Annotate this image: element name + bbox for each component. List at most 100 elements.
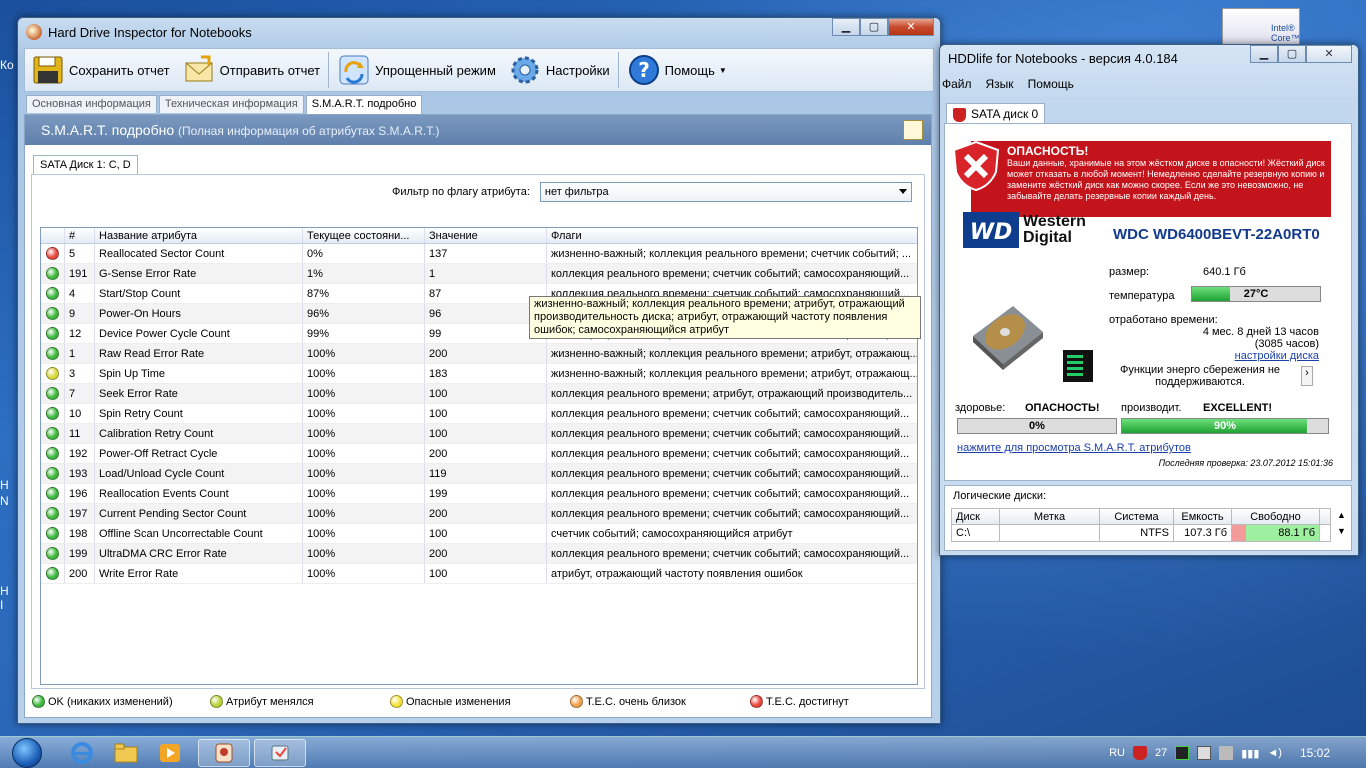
column-header-value[interactable]: Значение	[425, 228, 547, 243]
desktop-text-3: N	[0, 494, 9, 508]
disk-settings-link[interactable]: настройки диска	[1145, 350, 1319, 362]
table-row[interactable]: 193 Load/Unload Cycle Count 100% 119 коллекц…	[41, 464, 917, 484]
toolbar-separator	[617, 52, 619, 88]
attribute-value: 100	[425, 404, 547, 423]
table-row[interactable]: 10 Spin Retry Count 100% 100 коллекция реаль…	[41, 404, 917, 424]
fs-cell: NTFS	[1100, 525, 1174, 541]
scroll-up-icon[interactable]: ▲	[1337, 510, 1346, 520]
language-indicator[interactable]: RU	[1109, 747, 1125, 759]
column-header-id[interactable]: #	[65, 228, 95, 243]
table-row[interactable]: 199 UltraDMA CRC Error Rate 100% 200 коллекц…	[41, 544, 917, 564]
minimize-button[interactable]: ▁	[832, 18, 860, 36]
capacity-cell: 107.3 Гб	[1174, 525, 1232, 541]
attribute-value: 200	[425, 544, 547, 563]
table-row[interactable]: 191 G-Sense Error Rate 1% 1 коллекция реальн…	[41, 264, 917, 284]
menu-file[interactable]: Файл	[942, 77, 972, 91]
tray-device-icon[interactable]	[1219, 746, 1234, 760]
legend-label: Атрибут менялся	[226, 695, 314, 708]
menu-language[interactable]: Язык	[986, 77, 1014, 91]
column-header-disk[interactable]: Диск	[952, 509, 1000, 524]
table-row[interactable]: 192 Power-Off Retract Cycle 100% 200 коллекц…	[41, 444, 917, 464]
attribute-id: 199	[65, 544, 95, 563]
table-row[interactable]: C:\ NTFS 107.3 Гб 88.1 Гб	[951, 525, 1331, 542]
column-header-name[interactable]: Название атрибута	[95, 228, 303, 243]
volume-icon[interactable]: ◄)	[1267, 747, 1282, 759]
column-header-flags[interactable]: Флаги	[547, 228, 917, 243]
taskbar-hdi[interactable]	[198, 739, 250, 767]
table-row[interactable]: 5 Reallocated Sector Count 0% 137 жизненно-в…	[41, 244, 917, 264]
attribute-value: 100	[425, 524, 547, 543]
status-dot-icon	[46, 527, 59, 540]
table-row[interactable]: 197 Current Pending Sector Count 100% 200 ко…	[41, 504, 917, 524]
taskbar-ie[interactable]	[60, 739, 104, 767]
attribute-id: 5	[65, 244, 95, 263]
attribute-value: 200	[425, 344, 547, 363]
tab-basic-info[interactable]: Основная информация	[26, 95, 157, 113]
minimize-button[interactable]: ▁	[1250, 45, 1278, 63]
clock[interactable]: 15:02	[1300, 746, 1330, 760]
chevron-down-icon: ▼	[718, 65, 727, 75]
column-header-label[interactable]: Метка	[1000, 509, 1100, 524]
start-button[interactable]	[4, 737, 50, 768]
close-button[interactable]: ✕	[888, 18, 934, 36]
send-report-button[interactable]: Отправить отчет	[176, 50, 327, 90]
intel-line1: Intel®	[1271, 23, 1295, 33]
tab-tech-info[interactable]: Техническая информация	[158, 95, 304, 113]
attribute-state: 100%	[303, 484, 425, 503]
table-row[interactable]: 3 Spin Up Time 100% 183 жизненно-важный; кол…	[41, 364, 917, 384]
energy-settings-button[interactable]: ›	[1301, 366, 1313, 386]
filter-select[interactable]: нет фильтра	[539, 182, 912, 202]
help-button[interactable]: ? Помощь ▼	[621, 50, 733, 90]
network-icon[interactable]: ▮▮▮	[1241, 747, 1259, 760]
hdd-title: HDDlife for Notebooks - версия 4.0.184	[948, 51, 1178, 66]
column-header-free[interactable]: Свободно	[1232, 509, 1320, 524]
attribute-id: 1	[65, 344, 95, 363]
table-row[interactable]: 198 Offline Scan Uncorrectable Count 100% 1…	[41, 524, 917, 544]
tab-sata-disk[interactable]: SATA Диск 1: C, D	[33, 155, 138, 175]
temp-value: 27°C	[1243, 288, 1269, 300]
tray-temperature[interactable]: 27	[1155, 747, 1167, 759]
column-header-state[interactable]: Текущее состояни...	[303, 228, 425, 243]
refresh-icon	[337, 53, 371, 87]
taskbar-hddlife[interactable]	[254, 739, 306, 767]
hdi-titlebar[interactable]: Hard Drive Inspector for Notebooks	[26, 24, 252, 40]
table-row[interactable]: 200 Write Error Rate 100% 100 атрибут, отраж…	[41, 564, 917, 584]
menu-help[interactable]: Помощь	[1028, 77, 1074, 91]
column-header-capacity[interactable]: Емкость	[1174, 509, 1232, 524]
hdi-app-icon	[215, 743, 233, 763]
settings-button[interactable]: Настройки	[502, 50, 616, 90]
status-dot-icon	[750, 695, 763, 708]
smart-attributes-link[interactable]: нажмите для просмотра S.M.A.R.T. атрибут…	[957, 442, 1191, 454]
simple-mode-button[interactable]: Упрощенный режим	[331, 50, 502, 90]
scroll-down-icon[interactable]: ▼	[1337, 526, 1346, 536]
attribute-name: Spin Up Time	[95, 364, 303, 383]
status-cell	[41, 264, 65, 283]
column-header-status[interactable]	[41, 228, 65, 243]
attribute-flags: атрибут, отражающий частоту появления ош…	[551, 567, 803, 580]
save-report-label: Сохранить отчет	[69, 62, 170, 78]
taskbar-explorer[interactable]	[104, 739, 148, 767]
save-report-button[interactable]: Сохранить отчет	[25, 50, 176, 90]
filter-value: нет фильтра	[544, 186, 609, 198]
table-row[interactable]: 196 Reallocation Events Count 100% 199 колле…	[41, 484, 917, 504]
table-row[interactable]: 7 Seek Error Rate 100% 100 коллекция реально…	[41, 384, 917, 404]
floppy-icon	[31, 53, 65, 87]
table-row[interactable]: 11 Calibration Retry Count 100% 100 коллекци…	[41, 424, 917, 444]
hdd-titlebar[interactable]: HDDlife for Notebooks - версия 4.0.184	[948, 51, 1178, 66]
maximize-button[interactable]: ▢	[860, 18, 888, 36]
tab-smart-details[interactable]: S.M.A.R.T. подробно	[305, 95, 423, 114]
attribute-value: 100	[425, 564, 547, 583]
attribute-flags: коллекция реального времени; счетчик соб…	[551, 427, 910, 440]
perf-value: 90%	[1213, 420, 1237, 432]
attribute-flags: счетчик событий; самосохраняющийся атриб…	[551, 527, 793, 540]
column-header-fs[interactable]: Система	[1100, 509, 1174, 524]
table-row[interactable]: 1 Raw Read Error Rate 100% 200 жизненно-важн…	[41, 344, 917, 364]
taskbar-media-player[interactable]	[148, 739, 192, 767]
shield-icon[interactable]	[1132, 746, 1147, 760]
tray-hdd-icon[interactable]	[1175, 746, 1190, 760]
tray-disk-icon[interactable]	[1197, 746, 1212, 760]
maximize-button[interactable]: ▢	[1278, 45, 1306, 63]
close-button[interactable]: ✕	[1306, 45, 1352, 63]
export-icon[interactable]	[903, 120, 923, 140]
tab-sata-disk-0[interactable]: SATA диск 0	[946, 103, 1046, 125]
